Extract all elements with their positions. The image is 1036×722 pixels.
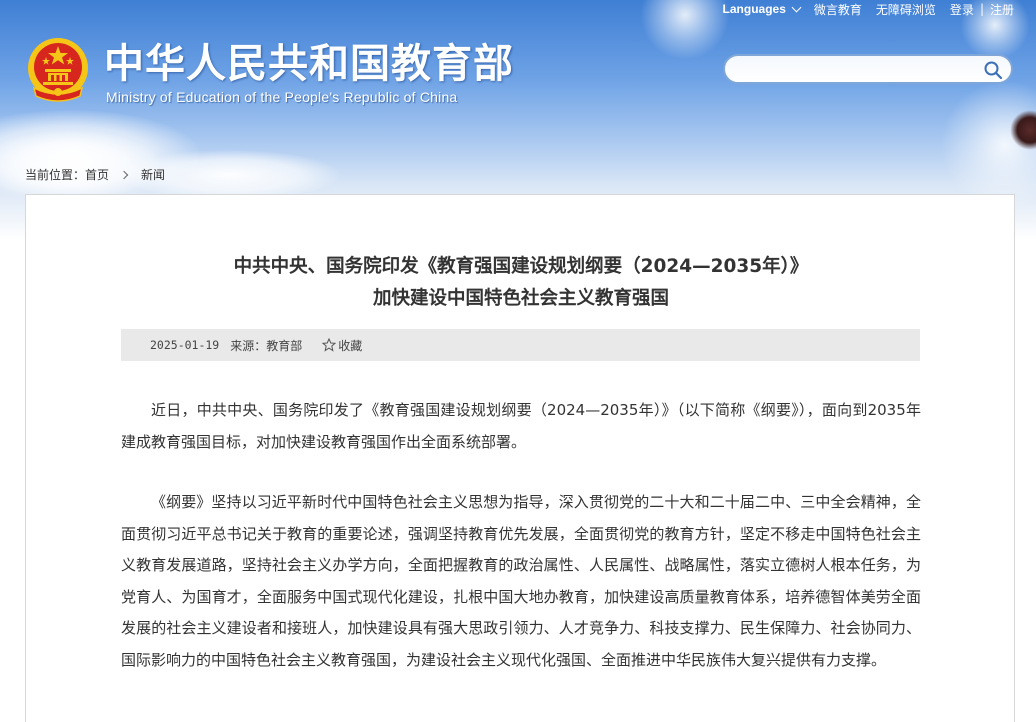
article-source: 来源：教育部 [230,338,303,353]
login-link[interactable]: 登录 [950,1,974,18]
favorite-button[interactable]: 收藏 [322,337,362,354]
register-link[interactable]: 注册 [990,1,1014,18]
page: Languages 微言教育 无障碍浏览 登录 | 注册 中华人民共和国教育部 … [0,0,1036,722]
languages-menu[interactable]: Languages [722,2,802,16]
site-title-en: Ministry of Education of the People's Re… [106,89,458,105]
link-separator: | [979,2,984,16]
chevron-down-icon [791,2,802,12]
article-paragraph: 《纲要》坚持以习近平新时代中国特色社会主义思想为指导，深入贯彻党的二十大和二十届… [121,493,921,669]
article-meta-bar: 2025-01-19 来源：教育部 收藏 [121,329,920,361]
favorite-label: 收藏 [338,338,363,353]
breadcrumb-prefix: 当前位置： [25,168,86,182]
breadcrumb: 当前位置： 首页 新闻 [25,166,165,183]
article-paragraph: 近日，中共中央、国务院印发了《教育强国建设规划纲要（2024—2035年）》（以… [121,401,921,451]
search-icon[interactable] [983,60,1003,80]
breadcrumb-home-link[interactable]: 首页 [85,166,109,183]
article-date: 2025-01-19 [150,338,220,352]
site-title-cn[interactable]: 中华人民共和国教育部 [104,42,514,86]
search-input[interactable] [737,60,977,80]
article-title-line1: 中共中央、国务院印发《教育强国建设规划纲要（2024—2035年）》 [233,256,809,277]
national-emblem-icon[interactable] [26,36,90,106]
chevron-right-icon [119,170,129,179]
accessibility-link[interactable]: 无障碍浏览 [876,1,936,18]
article-title-line2: 加快建设中国特色社会主义教育强国 [372,288,669,309]
star-icon [322,338,337,352]
weibo-link[interactable]: 微言教育 [814,1,862,18]
dandelion-decoration [640,0,730,60]
top-utility-bar: Languages 微言教育 无障碍浏览 登录 | 注册 [723,1,1014,17]
search-box[interactable] [723,54,1013,84]
article-card: 中共中央、国务院印发《教育强国建设规划纲要（2024—2035年）》 加快建设中… [25,194,1015,722]
breadcrumb-current[interactable]: 新闻 [141,166,165,183]
languages-label: Languages [722,2,786,16]
